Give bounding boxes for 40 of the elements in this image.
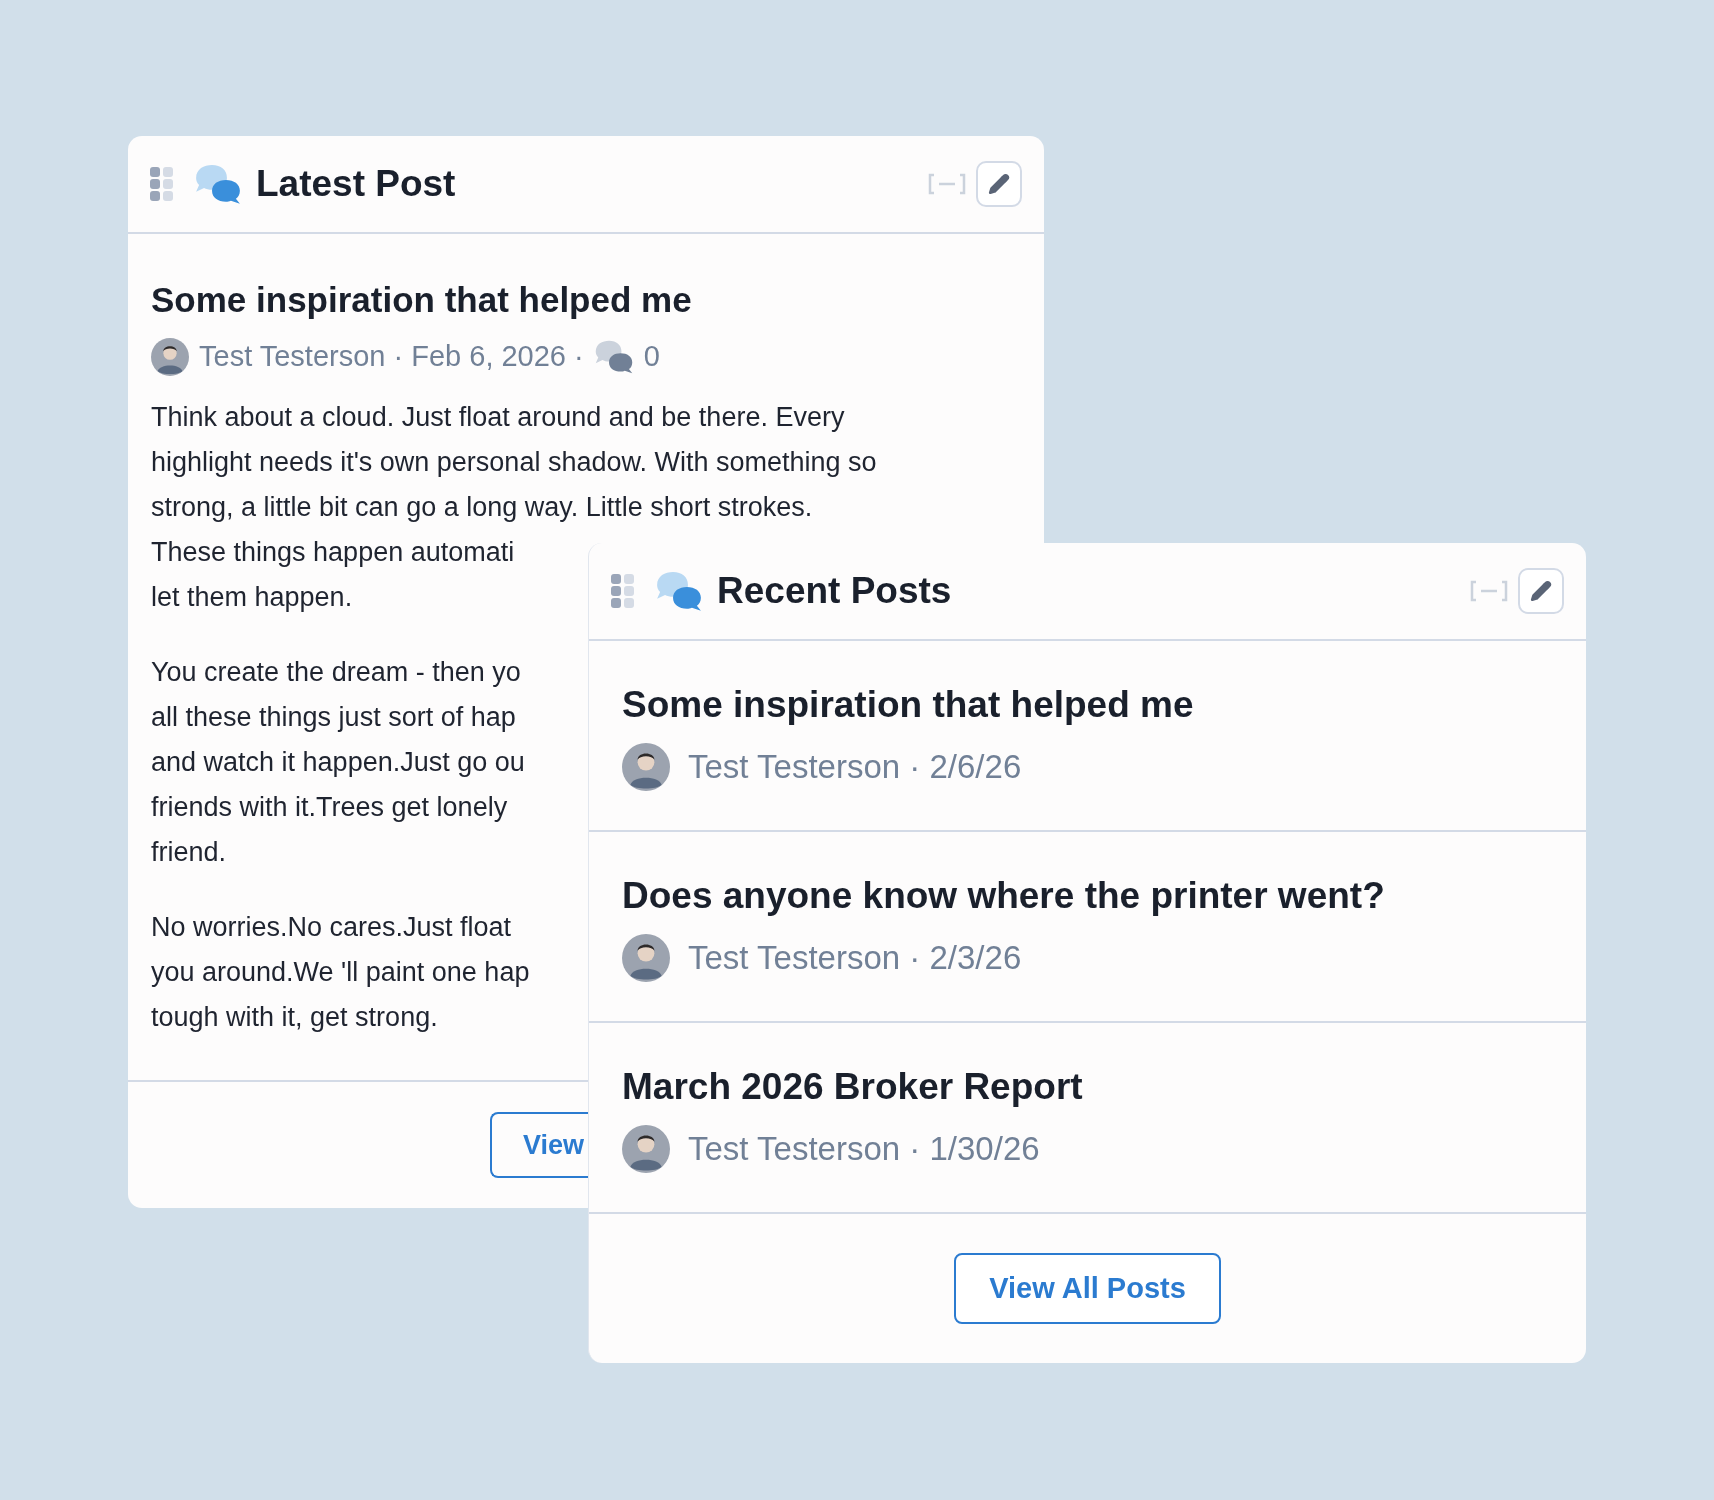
speech-bubbles-icon (655, 570, 703, 612)
post-title[interactable]: Does anyone know where the printer went? (622, 874, 1385, 918)
collapse-icon[interactable] (1470, 580, 1508, 602)
body-text-line: No worries.No cares.Just float (151, 911, 512, 944)
body-text-line: tough with it, get strong. (151, 1001, 438, 1034)
card-title: Latest Post (256, 162, 456, 207)
post-byline: Test Testerson · Feb 6, 2026 · (199, 339, 584, 375)
pencil-icon (1530, 580, 1552, 602)
drag-handle-icon[interactable] (150, 167, 174, 201)
body-text-line: Think about a cloud. Just float around and be there. Every (151, 401, 845, 434)
collapse-icon[interactable] (928, 173, 966, 195)
body-text-line: highlight needs it's own personal shadow. With something so (151, 446, 877, 479)
body-text-line: friends with it.Trees get lonely (151, 791, 508, 824)
body-text-line: strong, a little bit can go a long way. Little short strokes. (151, 491, 813, 524)
body-text-line: and watch it happen.Just go ou (151, 746, 525, 779)
post-title[interactable]: Some inspiration that helped me (622, 683, 1194, 727)
comment-count: 0 (643, 339, 660, 375)
view-all-posts-button[interactable]: View All Posts (954, 1253, 1221, 1324)
speech-bubbles-icon (194, 163, 242, 205)
body-text-line: These things happen automati (151, 536, 515, 569)
body-text-line: let them happen. (151, 581, 353, 614)
post-title[interactable]: Some inspiration that helped me (151, 278, 1021, 322)
post-byline: Test Testerson · 2/6/26 (688, 747, 1022, 788)
body-text-line: all these things just sort of hap (151, 701, 516, 734)
drag-handle-icon[interactable] (611, 574, 635, 608)
avatar (622, 743, 670, 791)
body-text-line: friend. (151, 836, 227, 869)
avatar (622, 934, 670, 982)
post-title[interactable]: March 2026 Broker Report (622, 1065, 1083, 1109)
body-text-line: You create the dream - then yo (151, 656, 521, 689)
post-byline: Test Testerson · 1/30/26 (688, 1129, 1040, 1170)
avatar (151, 338, 189, 376)
card-title: Recent Posts (717, 569, 952, 614)
post-byline: Test Testerson · 2/3/26 (688, 938, 1022, 979)
edit-button[interactable] (1518, 568, 1564, 614)
avatar (622, 1125, 670, 1173)
pencil-icon (988, 173, 1010, 195)
comments-icon (593, 340, 634, 374)
body-text-line: you around.We 'll paint one hap (151, 956, 530, 989)
edit-button[interactable] (976, 161, 1022, 207)
